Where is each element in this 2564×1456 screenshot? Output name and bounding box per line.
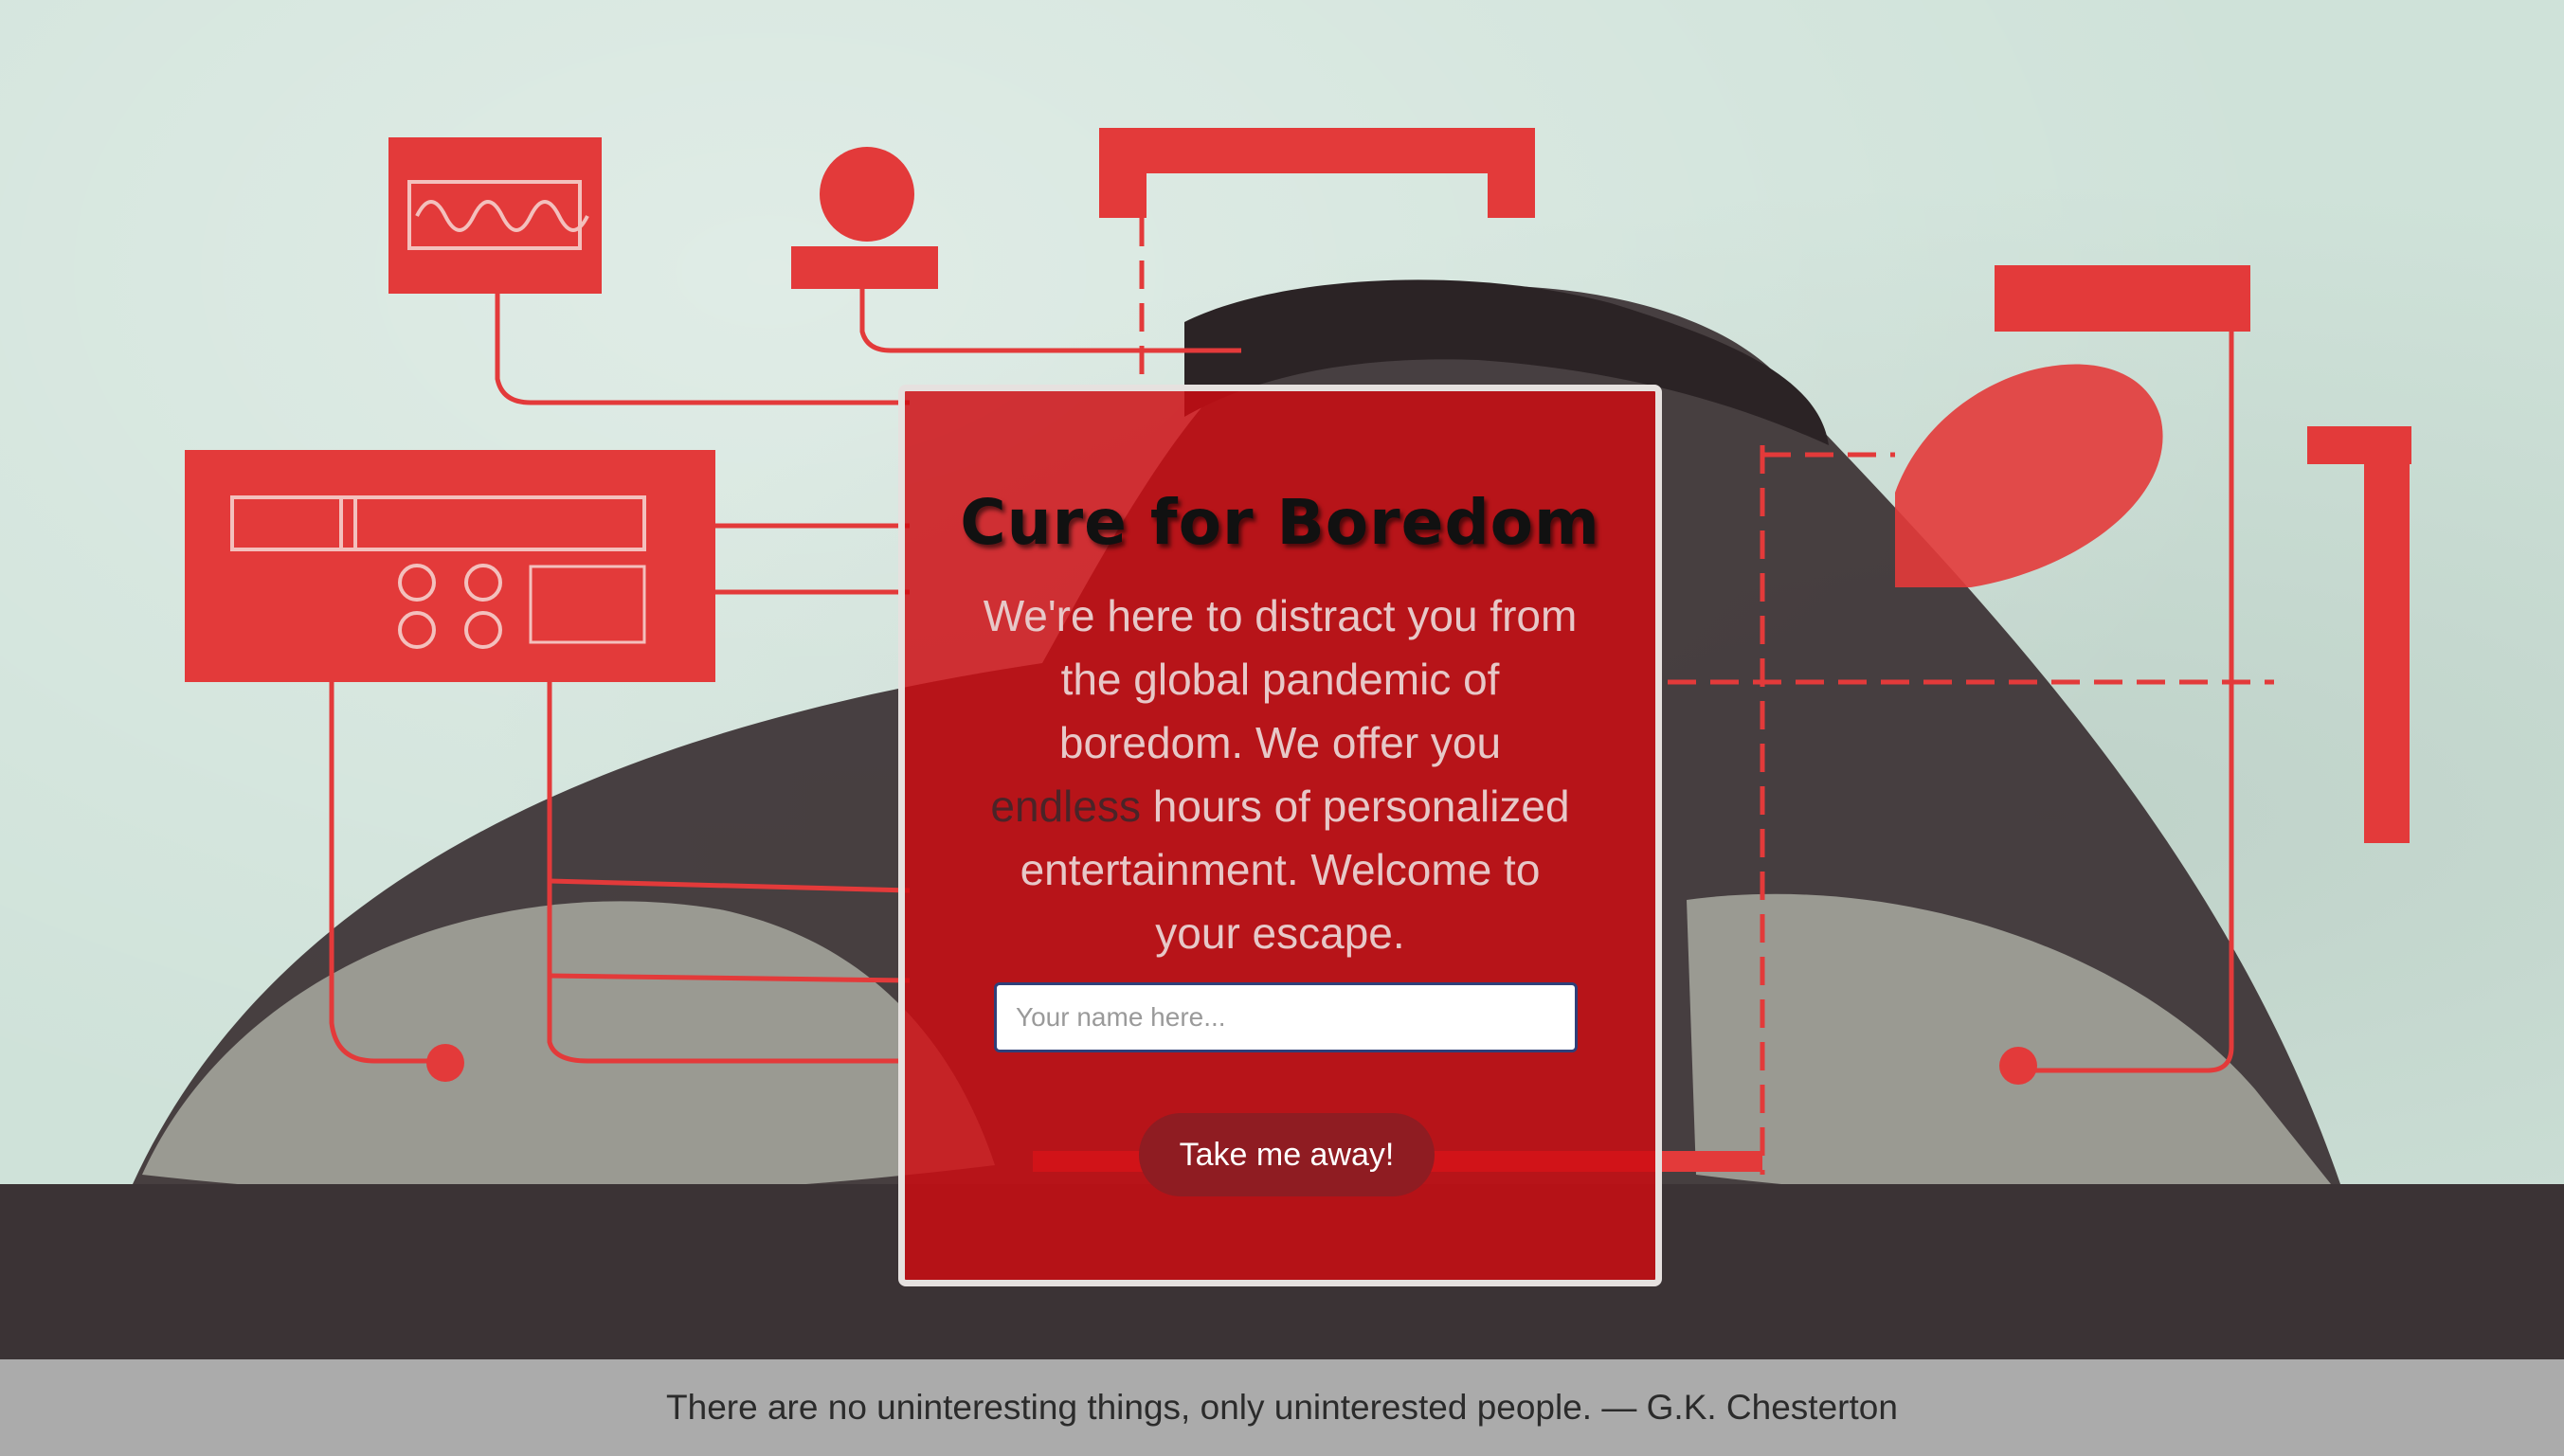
name-input[interactable] [994,982,1578,1052]
intro-text-start: We're here to distract you from the glob… [983,591,1578,767]
landing-page: Cure for Boredom We're here to distract … [0,0,2564,1456]
footer-quote: There are no uninteresting things, only … [666,1388,1898,1427]
intro-text-emphasis: endless [990,782,1141,831]
take-me-away-button[interactable]: Take me away! [1139,1113,1435,1196]
footer-bar: There are no uninteresting things, only … [0,1359,2564,1456]
intro-description: We're here to distract you from the glob… [981,584,1580,965]
intro-card: Cure for Boredom We're here to distract … [898,385,1662,1286]
page-title: Cure for Boredom [960,486,1600,559]
